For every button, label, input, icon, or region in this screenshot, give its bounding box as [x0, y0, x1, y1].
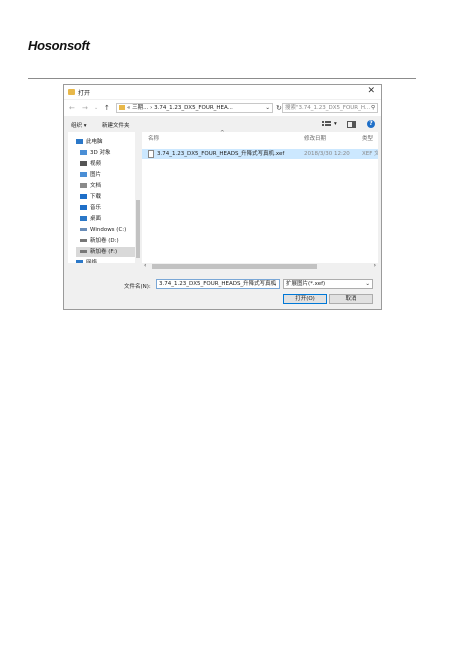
document-icon [80, 183, 87, 188]
up-arrow-icon[interactable]: ↑ [104, 104, 110, 112]
open-button[interactable]: 打开(O) [283, 294, 327, 304]
scroll-right-icon[interactable]: › [374, 262, 376, 269]
file-name: 3.74_1.23_DX5_FOUR_HEADS_升降式写真机.xef [157, 151, 285, 157]
dialog-footer: 文件名(N): 3.74_1.23_DX5_FOUR_HEADS_升降式写真机 … [64, 273, 381, 309]
sidebar-item-3d-objects[interactable]: 3D 对象 [80, 148, 110, 158]
file-icon [148, 150, 154, 158]
chevron-down-icon[interactable]: ⌄ [272, 280, 277, 288]
column-header-date[interactable]: 修改日期 [304, 134, 326, 142]
preview-pane-icon[interactable] [347, 121, 356, 128]
column-header-name[interactable]: 名称 [148, 134, 159, 142]
refresh-icon[interactable]: ↻ [276, 104, 282, 112]
drive-icon [80, 228, 87, 231]
logo: Hosonsoft [28, 38, 90, 53]
drive-icon [80, 250, 87, 253]
organize-button[interactable]: 组织 ▾ [71, 121, 87, 129]
sidebar-item-pictures[interactable]: 图片 [80, 170, 101, 180]
sort-ascending-icon: ^ [220, 130, 225, 136]
drive-icon [80, 239, 87, 242]
breadcrumb-parent[interactable]: 三期... [132, 105, 148, 111]
sidebar-item-desktop[interactable]: 桌面 [80, 214, 101, 224]
dialog-title: 打开 [78, 90, 91, 97]
navigation-pane: 此电脑 3D 对象 视频 图片 文档 下载 音乐 桌面 Windows (C:)… [68, 132, 139, 263]
breadcrumb-current[interactable]: 3.74_1.23_DX5_FOUR_HEA... [154, 105, 233, 111]
folder-icon [119, 105, 125, 110]
sidebar-item-downloads[interactable]: 下载 [80, 192, 101, 202]
folder-icon [68, 89, 75, 95]
breadcrumb-separator: › [150, 105, 153, 111]
file-type-select[interactable]: 扩展图片(*.xef) ⌄ [283, 279, 373, 289]
filename-input[interactable]: 3.74_1.23_DX5_FOUR_HEADS_升降式写真机 ⌄ [156, 279, 280, 289]
video-icon [80, 161, 87, 166]
sidebar-scrollbar-thumb[interactable] [136, 200, 140, 258]
scroll-left-icon[interactable]: ‹ [144, 262, 146, 269]
file-list: 名称 ^ 修改日期 类型 3.74_1.23_DX5_FOUR_HEADS_升降… [142, 130, 378, 263]
desktop-icon [80, 216, 87, 221]
search-input[interactable]: 搜索"3.74_1.23_DX5_FOUR_H... ⚲ [282, 103, 378, 113]
sidebar-item-videos[interactable]: 视频 [80, 159, 101, 169]
sidebar-item-documents[interactable]: 文档 [80, 181, 101, 191]
view-options-icon[interactable] [322, 121, 331, 128]
column-header-type[interactable]: 类型 [362, 134, 373, 142]
cancel-button[interactable]: 取消 [329, 294, 373, 304]
sidebar-item-network[interactable]: 网络 [76, 258, 97, 263]
chevron-down-icon[interactable]: ⌄ [365, 280, 370, 289]
chevron-down-icon[interactable]: ▾ [334, 121, 337, 127]
chevron-down-icon[interactable]: ⌄ [265, 104, 270, 112]
recent-locations-icon[interactable]: ⌄ [94, 105, 98, 111]
forward-arrow-icon[interactable]: → [82, 104, 88, 112]
cube-icon [80, 150, 87, 155]
sidebar-item-drive-d[interactable]: 新加卷 (D:) [80, 236, 119, 246]
back-arrow-icon[interactable]: ← [69, 104, 75, 112]
file-date: 2018/3/30 12:20 [304, 151, 350, 157]
close-icon[interactable]: ✕ [367, 86, 375, 96]
dialog-titlebar: 打开 ✕ [64, 85, 381, 99]
computer-icon [76, 139, 83, 144]
music-icon [80, 205, 87, 210]
download-icon [80, 194, 87, 199]
table-row[interactable]: 3.74_1.23_DX5_FOUR_HEADS_升降式写真机.xef 2018… [142, 149, 378, 159]
sidebar-item-drive-c[interactable]: Windows (C:) [80, 225, 126, 235]
horizontal-scrollbar-thumb[interactable] [152, 264, 317, 269]
sidebar-item-music[interactable]: 音乐 [80, 203, 101, 213]
help-icon[interactable]: ? [367, 120, 375, 128]
horizontal-scrollbar[interactable]: ‹ › [142, 262, 378, 270]
file-type: XEF 文 [362, 151, 378, 157]
filename-label: 文件名(N): [124, 284, 151, 290]
toolbar: 组织 ▾ 新建文件夹 ▾ ? [64, 117, 381, 131]
picture-icon [80, 172, 87, 177]
header-rule [28, 78, 416, 79]
sidebar-item-this-pc[interactable]: 此电脑 [76, 137, 103, 147]
new-folder-button[interactable]: 新建文件夹 [102, 121, 130, 129]
address-bar[interactable]: « 三期... › 3.74_1.23_DX5_FOUR_HEA... ⌄ [116, 103, 273, 113]
navigation-bar: ← → ⌄ ↑ « 三期... › 3.74_1.23_DX5_FOUR_HEA… [64, 100, 381, 116]
open-file-dialog: 打开 ✕ ← → ⌄ ↑ « 三期... › 3.74_1.23_DX5_FOU… [63, 84, 382, 310]
sidebar-item-drive-f[interactable]: 新加卷 (F:) [76, 247, 139, 257]
network-icon [76, 260, 83, 263]
search-icon: ⚲ [370, 105, 375, 111]
